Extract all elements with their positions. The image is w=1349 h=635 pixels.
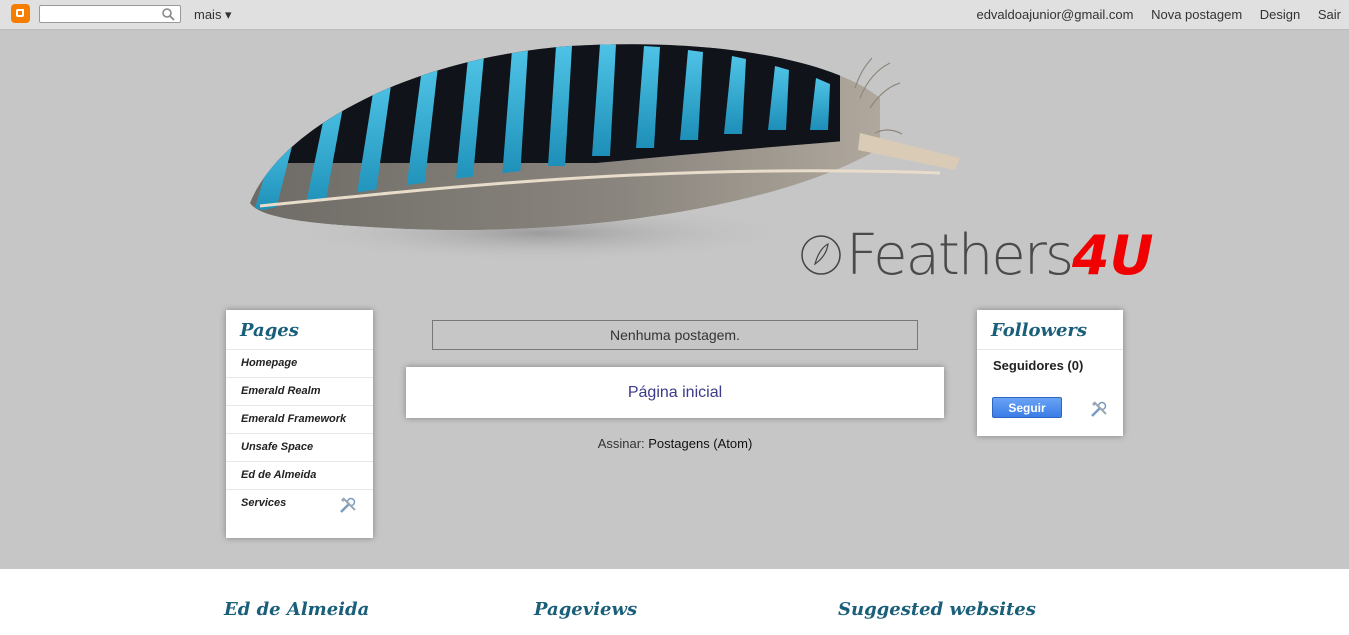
followers-count[interactable]: Seguidores (0) bbox=[977, 350, 1123, 381]
pages-widget-title: Pages bbox=[226, 310, 373, 350]
design-link[interactable]: Design bbox=[1260, 7, 1300, 22]
site-title-main: Feathers bbox=[846, 223, 1074, 288]
subscribe-label: Assinar: bbox=[597, 436, 649, 451]
footer: Ed de Almeida Pageviews Suggested websit… bbox=[0, 569, 1349, 635]
followers-widget-title: Followers bbox=[977, 310, 1123, 350]
site-title[interactable]: Feathers4U bbox=[800, 226, 1153, 286]
search-icon[interactable] bbox=[161, 7, 175, 21]
subscribe-line: Assinar: Postagens (Atom) bbox=[406, 436, 944, 451]
no-posts-message: Nenhuma postagem. bbox=[432, 320, 918, 350]
blogger-logo-icon[interactable] bbox=[11, 4, 30, 23]
site-title-accent: 4U bbox=[1072, 224, 1154, 287]
page-link-emerald-realm[interactable]: Emerald Realm bbox=[226, 378, 373, 406]
followers-widget: Followers Seguidores (0) Seguir bbox=[977, 310, 1123, 436]
pages-widget: Pages Homepage Emerald Realm Emerald Fra… bbox=[226, 310, 373, 538]
account-email-link[interactable]: edvaldoajunior@gmail.com bbox=[976, 7, 1133, 22]
footer-ed-de-almeida-title: Ed de Almeida bbox=[224, 599, 370, 620]
blogger-navbar: mais ▾ edvaldoajunior@gmail.com Nova pos… bbox=[0, 0, 1349, 30]
page-link-ed-de-almeida[interactable]: Ed de Almeida bbox=[226, 462, 373, 490]
more-menu[interactable]: mais ▾ bbox=[194, 7, 232, 23]
blog-header[interactable]: Feathers4U bbox=[240, 38, 1153, 286]
logout-link[interactable]: Sair bbox=[1318, 7, 1341, 22]
page-link-services-label: Services bbox=[241, 497, 287, 509]
feather-logo-icon bbox=[801, 235, 841, 275]
footer-pageviews-title: Pageviews bbox=[534, 599, 638, 620]
follow-button[interactable]: Seguir bbox=[992, 397, 1062, 418]
home-link[interactable]: Página inicial bbox=[628, 384, 722, 401]
atom-feed-link[interactable]: Postagens (Atom) bbox=[648, 436, 752, 451]
page-link-homepage[interactable]: Homepage bbox=[226, 350, 373, 378]
footer-suggested-websites-title: Suggested websites bbox=[838, 599, 1036, 620]
page-link-unsafe-space[interactable]: Unsafe Space bbox=[226, 434, 373, 462]
search-input[interactable] bbox=[39, 5, 181, 23]
new-post-link[interactable]: Nova postagem bbox=[1151, 7, 1242, 22]
pages-list: Homepage Emerald Realm Emerald Framework… bbox=[226, 350, 373, 517]
page-link-emerald-framework[interactable]: Emerald Framework bbox=[226, 406, 373, 434]
home-link-box: Página inicial bbox=[406, 367, 944, 418]
page-link-services[interactable]: Services bbox=[226, 490, 373, 517]
edit-tools-icon[interactable] bbox=[338, 495, 358, 515]
edit-tools-icon[interactable] bbox=[1089, 399, 1109, 419]
navbar-account-links: edvaldoajunior@gmail.com Nova postagem D… bbox=[962, 7, 1341, 22]
